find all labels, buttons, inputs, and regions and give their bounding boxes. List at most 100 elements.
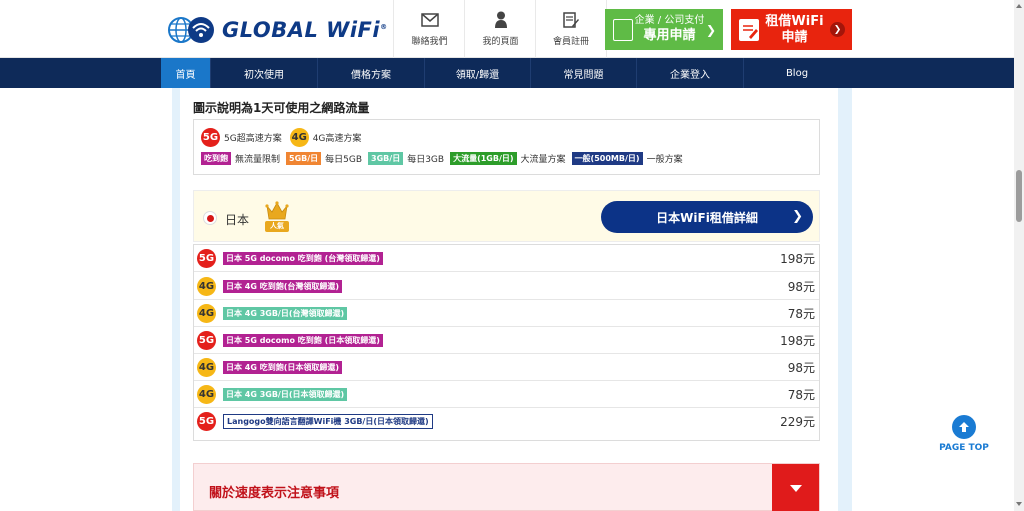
legend-5g-label: 5G超高速方案 xyxy=(224,134,282,144)
plan-price: 78元 xyxy=(787,307,815,321)
mail-icon xyxy=(420,11,439,29)
plan-price: 98元 xyxy=(787,361,815,375)
register-label: 會員註冊 xyxy=(552,37,589,47)
badge-4g: 4G xyxy=(197,384,216,404)
plan-price: 98元 xyxy=(787,280,815,294)
page-top-label: PAGE TOP xyxy=(939,443,989,453)
badge-5g: 5G xyxy=(197,248,216,268)
legend-data-row: 吃到飽 無流量限制 5GB/日 每日5GB 3GB/日 每日3GB 大流量(1G… xyxy=(201,152,689,165)
legend-desc-unlimited: 無流量限制 xyxy=(235,155,281,165)
country-name: 日本 xyxy=(225,213,250,227)
plan-price: 198元 xyxy=(780,252,815,266)
legend-tag-500mb: 一般(500MB/日) xyxy=(571,152,643,165)
badge-5g: 5G xyxy=(197,412,216,431)
badge-4g: 4G xyxy=(197,303,216,323)
legend-4g-label: 4G高速方案 xyxy=(312,134,362,144)
legend-desc-3gb: 每日3GB xyxy=(407,155,445,165)
plan-name[interactable]: 日本 5G docomo 吃到飽 (日本領取歸還) xyxy=(223,333,383,347)
logo[interactable]: GLOBAL WiFi® xyxy=(168,15,388,45)
country-header: 日本 人氣 日本WiFi租借詳細 ❯ xyxy=(193,190,820,242)
legend-tag-5gb: 5GB/日 xyxy=(286,152,322,165)
plan-row[interactable]: 5G Langogo雙向語言翻譯WiFi機 3GB/日(日本領取歸還) 229元 xyxy=(194,408,819,435)
crown-icon: 人氣 xyxy=(264,201,290,233)
nav-first-time[interactable]: 初次使用 xyxy=(211,58,318,88)
edit-icon xyxy=(562,11,580,29)
plan-list: 5G 日本 5G docomo 吃到飽 (台灣領取歸還) 198元 4G 日本 … xyxy=(193,244,820,441)
expand-toggle-button[interactable] xyxy=(772,464,819,511)
rent-wifi-line2: 申請 xyxy=(781,29,808,45)
notice-title: 關於速度表示注意事項 xyxy=(209,486,340,501)
contact-label: 聯絡我們 xyxy=(411,37,448,47)
plan-name[interactable]: 日本 4G 3GB/日(台灣領取歸還) xyxy=(223,306,348,320)
legend-desc-500mb: 一般方案 xyxy=(646,155,683,165)
badge-4g: 4G xyxy=(197,276,216,296)
chevron-right-icon: ❯ xyxy=(792,209,803,224)
scroll-thumb[interactable] xyxy=(1016,170,1022,222)
legend-desc-5gb: 每日5GB xyxy=(325,155,363,165)
document-icon xyxy=(613,18,633,41)
intro-text: 圖示說明為1天可使用之網路流量 xyxy=(193,101,370,115)
plan-name[interactable]: 日本 4G 吃到飽(台灣領取歸還) xyxy=(223,279,343,293)
nav-pickup-return[interactable]: 領取/歸還 xyxy=(425,58,531,88)
plan-row[interactable]: 4G 日本 4G 吃到飽(日本領取歸還) 98元 xyxy=(194,354,819,381)
plan-price: 78元 xyxy=(787,388,815,402)
corporate-apply-line1: 企業 / 公司支付 xyxy=(634,15,705,27)
chevron-right-icon: ❯ xyxy=(705,22,716,37)
contact-link[interactable]: 聯絡我們 xyxy=(393,0,465,58)
speed-notice-accordion[interactable]: 關於速度表示注意事項 xyxy=(193,463,820,511)
scrollbar[interactable] xyxy=(1014,0,1024,511)
main-nav: 首頁 初次使用 價格方案 領取/歸還 常見問題 企業登入 Blog xyxy=(0,58,1024,88)
legend-box: 5G 5G超高速方案 4G 4G高速方案 吃到飽 無流量限制 5GB/日 每日5… xyxy=(193,119,820,175)
rent-wifi-button[interactable]: 租借WiFi 申請 ❯ xyxy=(731,9,852,50)
page-gutter-left xyxy=(172,88,180,511)
badge-4g: 4G xyxy=(289,128,309,147)
legend-tag-3gb: 3GB/日 xyxy=(368,152,404,165)
globe-wifi-icon xyxy=(168,15,216,45)
corporate-apply-line2: 專用申請 xyxy=(643,27,696,43)
rent-wifi-text: 租借WiFi 申請 xyxy=(759,14,830,45)
plan-name[interactable]: 日本 4G 3GB/日(日本領取歸還) xyxy=(223,387,348,401)
detail-button-label: 日本WiFi租借詳細 xyxy=(656,210,758,225)
scroll-down-arrow[interactable] xyxy=(1016,502,1022,506)
plan-name[interactable]: 日本 5G docomo 吃到飽 (台灣領取歸還) xyxy=(223,251,383,265)
legend-tag-1gb: 大流量(1GB/日) xyxy=(450,152,517,165)
mypage-label: 我的頁面 xyxy=(482,37,519,47)
nav-corporate-login[interactable]: 企業登入 xyxy=(637,58,744,88)
mypage-link[interactable]: 我的頁面 xyxy=(464,0,536,58)
rent-wifi-line1: 租借WiFi xyxy=(765,13,824,29)
logo-text: GLOBAL WiFi® xyxy=(222,18,388,42)
document-edit-icon xyxy=(739,18,759,41)
page-gutter-right xyxy=(838,88,852,511)
nav-home[interactable]: 首頁 xyxy=(161,58,211,88)
plan-price: 229元 xyxy=(780,415,815,429)
site-header: GLOBAL WiFi® 聯絡我們 我的頁面 會員註冊 企業 / 公司支付 專用… xyxy=(0,0,1024,58)
plan-row[interactable]: 4G 日本 4G 吃到飽(台灣領取歸還) 98元 xyxy=(194,273,819,300)
chevron-right-icon: ❯ xyxy=(830,22,845,37)
plan-name[interactable]: 日本 4G 吃到飽(日本領取歸還) xyxy=(223,360,343,374)
popular-label: 人氣 xyxy=(270,222,284,230)
plan-price: 198元 xyxy=(780,334,815,348)
plan-name[interactable]: Langogo雙向語言翻譯WiFi機 3GB/日(日本領取歸還) xyxy=(223,414,433,429)
arrow-up-icon xyxy=(952,415,976,439)
plan-row[interactable]: 5G 日本 5G docomo 吃到飽 (台灣領取歸還) 198元 xyxy=(194,245,819,272)
badge-5g: 5G xyxy=(201,128,220,147)
plan-row[interactable]: 4G 日本 4G 3GB/日(台灣領取歸還) 78元 xyxy=(194,300,819,327)
nav-pricing[interactable]: 價格方案 xyxy=(318,58,425,88)
legend-network-row: 5G 5G超高速方案 4G 4G高速方案 xyxy=(201,128,361,147)
badge-4g: 4G xyxy=(197,357,216,377)
scroll-up-arrow[interactable] xyxy=(1016,4,1022,8)
caret-down-icon xyxy=(789,484,802,492)
corporate-apply-text: 企業 / 公司支付 專用申請 xyxy=(633,15,706,44)
legend-desc-1gb: 大流量方案 xyxy=(520,155,566,165)
legend-tag-unlimited: 吃到飽 xyxy=(201,152,231,165)
register-link[interactable]: 會員註冊 xyxy=(535,0,607,58)
plan-row[interactable]: 5G 日本 5G docomo 吃到飽 (日本領取歸還) 198元 xyxy=(194,327,819,354)
badge-5g: 5G xyxy=(197,330,216,350)
japan-flag-icon xyxy=(203,211,217,225)
page-top-button[interactable]: PAGE TOP xyxy=(938,415,990,453)
japan-wifi-detail-button[interactable]: 日本WiFi租借詳細 ❯ xyxy=(601,201,813,233)
nav-blog[interactable]: Blog xyxy=(744,58,850,88)
corporate-apply-button[interactable]: 企業 / 公司支付 專用申請 ❯ xyxy=(605,9,723,50)
plan-row[interactable]: 4G 日本 4G 3GB/日(日本領取歸還) 78元 xyxy=(194,381,819,408)
nav-faq[interactable]: 常見問題 xyxy=(531,58,637,88)
